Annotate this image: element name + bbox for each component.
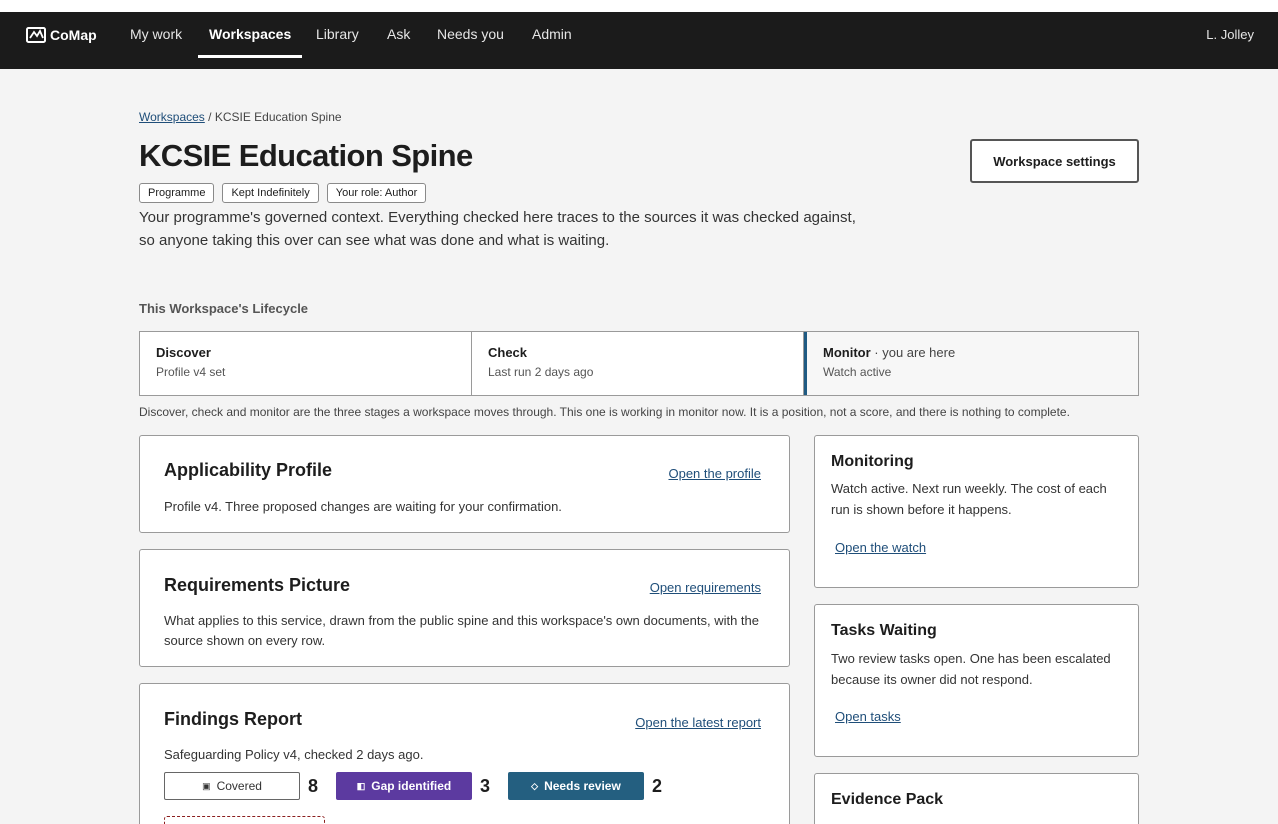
user-menu[interactable]: L. Jolley [1206,27,1254,42]
workspace-intro: Your programme's governed context. Every… [139,209,856,249]
findings-report-card: Findings Report Open the latest report S… [139,683,790,824]
tag-role: Your role: Author [326,183,427,203]
gap-count: 3 [480,775,491,796]
needs-review-count: 2 [652,775,663,796]
app-logo[interactable]: CoMap [26,27,97,43]
breadcrumb: Workspaces / KCSIE Education Spine [139,110,342,124]
app-name: CoMap [50,27,97,43]
monitoring-panel: Monitoring Watch active. Next run weekly… [814,435,1139,588]
panel-title: Evidence Pack [831,791,944,808]
badge-label: Gap identified [371,779,452,793]
nav-item-workspaces[interactable]: Workspaces [197,26,303,58]
workspace-tags: Programme Kept Indefinitely Your role: A… [139,183,427,203]
open-tasks-link[interactable]: Open tasks [835,709,901,724]
open-latest-report-link[interactable]: Open the latest report [635,715,761,730]
dashed-placeholder[interactable] [164,816,325,824]
card-title: Applicability Profile [164,460,333,480]
needs-review-badge[interactable]: ◇ Needs review [508,772,644,800]
card-body: Safeguarding Policy v4, checked 2 days a… [164,747,424,762]
applicability-profile-card: Applicability Profile Open the profile P… [139,435,790,533]
stage-discover: Discover Profile v4 set [140,332,472,395]
nav-item-ask[interactable]: Ask [387,26,410,42]
panel-title: Tasks Waiting [831,622,937,639]
stage-name: Check [488,345,528,360]
lifecycle-stages: Discover Profile v4 set Check Last run 2… [139,331,1139,396]
stage-status: Profile v4 set [156,365,226,379]
nav-item-admin[interactable]: Admin [532,26,572,42]
stage-name: Discover [156,345,211,360]
map-logo-icon [26,27,46,43]
lifecycle-note: Discover, check and monitor are the thre… [139,405,1070,419]
stage-name: Monitor [823,345,871,360]
stage-check: Check Last run 2 days ago [472,332,804,395]
gap-identified-badge[interactable]: ◧ Gap identified [336,772,472,800]
tag-type: Programme [139,183,215,203]
covered-icon: ▣ [202,780,211,791]
covered-count: 8 [308,775,319,796]
card-body: What applies to this service, drawn from… [164,613,759,648]
breadcrumb-workspaces-link[interactable]: Workspaces [139,110,205,124]
requirements-picture-card: Requirements Picture Open requirements W… [139,549,790,667]
top-nav: CoMap My work Workspaces Library Ask Nee… [0,12,1278,69]
nav-item-needs-you[interactable]: Needs you [437,26,504,42]
tag-retention: Kept Indefinitely [222,183,319,203]
top-strip [0,0,1278,12]
page-title: KCSIE Education Spine [139,138,473,173]
lifecycle-label: This Workspace's Lifecycle [139,301,309,316]
open-watch-link[interactable]: Open the watch [835,540,926,555]
panel-title: Monitoring [831,453,914,470]
current-stage-marker: · you are here [870,345,956,360]
review-icon: ◇ [531,780,539,791]
gap-icon: ◧ [356,780,366,791]
nav-item-library[interactable]: Library [316,26,359,42]
nav-item-my-work[interactable]: My work [130,26,182,42]
stage-status: Last run 2 days ago [488,365,594,379]
card-body: Profile v4. Three proposed changes are w… [164,499,562,514]
open-profile-link[interactable]: Open the profile [668,466,761,481]
badge-label: Covered [216,779,262,793]
stage-monitor: Monitor · you are here Watch active [804,332,1138,395]
tasks-waiting-panel: Tasks Waiting Two review tasks open. One… [814,604,1139,757]
badge-label: Needs review [544,779,621,793]
panel-body: Watch active. Next run weekly. The cost … [831,481,1107,517]
covered-badge[interactable]: ▣ Covered [164,772,300,800]
card-title: Findings Report [164,709,302,729]
finding-counts: ▣ Covered 8 ◧ Gap identified 3 ◇ Needs revi… [164,772,680,800]
workspace-settings-button[interactable]: Workspace settings [970,139,1139,183]
open-requirements-link[interactable]: Open requirements [650,580,761,595]
breadcrumb-current: / KCSIE Education Spine [208,110,342,124]
panel-body: Two review tasks open. One has been esca… [831,651,1111,687]
evidence-pack-panel: Evidence Pack [814,773,1139,824]
card-title: Requirements Picture [164,575,351,595]
stage-status: Watch active [823,365,892,379]
